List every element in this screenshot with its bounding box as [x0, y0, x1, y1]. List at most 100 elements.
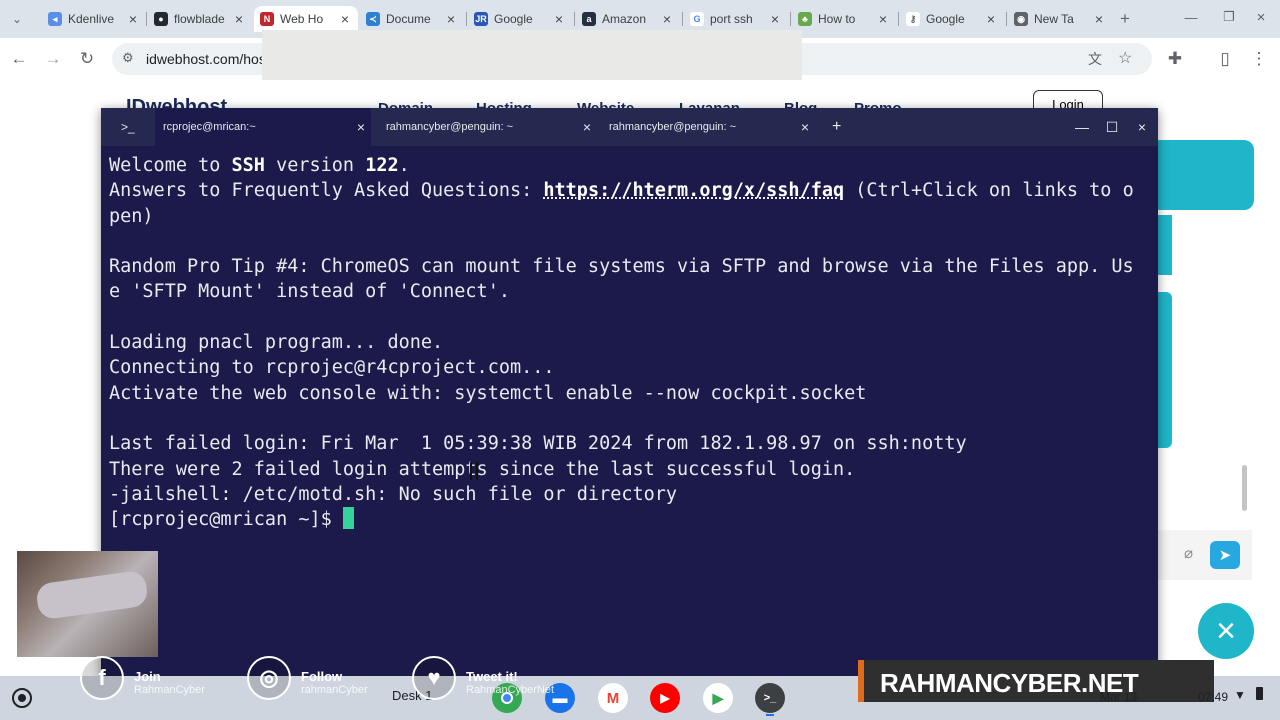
social-heading: Join: [134, 668, 161, 684]
gmail-icon[interactable]: M: [598, 683, 628, 713]
terminal-icon[interactable]: >_: [755, 683, 785, 713]
tab-label: New Ta: [1034, 12, 1074, 26]
shell-prompt: [rcprojec@mrican ~]$: [109, 509, 343, 531]
github-icon: ●: [154, 12, 168, 26]
browser-tab[interactable]: ● flowblade ×: [148, 6, 252, 32]
close-tab-icon[interactable]: ×: [876, 11, 890, 27]
close-tab-icon[interactable]: ×: [552, 11, 566, 27]
browser-tab[interactable]: JR Google ×: [468, 6, 572, 32]
new-tab-button[interactable]: +: [1114, 8, 1136, 30]
close-tab-icon[interactable]: ×: [984, 11, 998, 27]
terminal-prompt-line[interactable]: [rcprojec@mrican ~]$: [109, 507, 1149, 532]
terminal-tab[interactable]: rahmancyber@penguin: ~ ×: [386, 108, 591, 146]
send-icon[interactable]: ➤: [1210, 541, 1240, 569]
close-window-button[interactable]: ×: [1250, 6, 1272, 28]
faq-link[interactable]: https://hterm.org/x/ssh/faq: [543, 180, 844, 201]
terminal-window: >_ rcprojec@mrican:~ × rahmancyber@pengu…: [101, 108, 1158, 678]
instagram-icon: ◎: [247, 656, 291, 700]
webcam-overlay: [17, 551, 158, 657]
promo-card: [1150, 140, 1254, 210]
url-text[interactable]: idwebhost.com/hos: [146, 51, 266, 67]
close-tab-icon[interactable]: ×: [357, 119, 365, 135]
browser-tab[interactable]: ⚷ Google ×: [900, 6, 1004, 32]
battery-icon[interactable]: [1256, 687, 1263, 700]
tab-label: Google: [494, 12, 533, 26]
close-chat-icon[interactable]: ×: [1198, 603, 1254, 659]
menu-kebab-icon[interactable]: ⋮: [1248, 48, 1270, 70]
close-tab-icon[interactable]: ×: [660, 11, 674, 27]
browser-tab[interactable]: ♣ How to ×: [792, 6, 896, 32]
play-store-icon[interactable]: ▶: [703, 683, 733, 713]
tab-label: Kdenlive: [68, 12, 115, 26]
youtube-icon[interactable]: ▶: [650, 683, 680, 713]
browser-tab[interactable]: G port ssh ×: [684, 6, 788, 32]
extensions-icon[interactable]: ✚: [1164, 48, 1186, 70]
browser-tab[interactable]: ≺ Docume ×: [360, 6, 464, 32]
attach-paperclip-icon[interactable]: ⌀: [1184, 544, 1193, 562]
browser-tab[interactable]: ◂ Kdenlive ×: [42, 6, 146, 32]
vscode-icon: ≺: [366, 12, 380, 26]
back-arrow-icon[interactable]: ←: [8, 48, 30, 70]
terminal-line: Random Pro Tip #4: ChromeOS can mount fi…: [109, 256, 1134, 278]
social-handle: rahmanCyber: [301, 683, 368, 696]
close-window-icon[interactable]: ×: [1133, 118, 1151, 136]
tab-label: Docume: [386, 12, 431, 26]
close-tab-icon[interactable]: ×: [801, 119, 809, 135]
minimize-icon[interactable]: —: [1073, 118, 1091, 136]
social-facebook: f Join RahmanCyber: [80, 656, 205, 700]
close-tab-icon[interactable]: ×: [232, 11, 246, 27]
tab-divider: [682, 12, 683, 26]
restore-window-button[interactable]: ❐: [1218, 6, 1240, 28]
site-info-icon[interactable]: ⚙: [122, 50, 134, 66]
browser-tab-active[interactable]: N Web Ho ×: [254, 6, 358, 32]
close-tab-icon[interactable]: ×: [444, 11, 458, 27]
minimize-window-button[interactable]: —: [1180, 6, 1202, 28]
amazon-icon: a: [582, 12, 596, 26]
side-panel-icon[interactable]: ▯: [1214, 48, 1236, 70]
translate-icon[interactable]: 文: [1088, 49, 1102, 69]
terminal-line: There were 2 failed login attempts since…: [109, 458, 856, 480]
browser-tab[interactable]: a Amazon ×: [576, 6, 680, 32]
tab-divider: [574, 12, 575, 26]
launcher-icon[interactable]: [12, 688, 32, 708]
tab-label: Google: [926, 12, 965, 26]
social-handle: RahmanCyberNet: [466, 683, 555, 696]
twitter-icon: ♥: [412, 656, 456, 700]
terminal-line: Activate the web console with: systemctl…: [109, 382, 867, 404]
tab-search-icon[interactable]: ⌄: [6, 8, 28, 30]
new-terminal-tab-button[interactable]: +: [832, 108, 841, 146]
social-twitter: ♥ Tweet it! RahmanCyberNet: [412, 656, 554, 700]
close-tab-icon[interactable]: ×: [768, 11, 782, 27]
close-tab-icon[interactable]: ×: [583, 119, 591, 135]
shelf-date[interactable]: Mar 13: [1100, 690, 1137, 704]
social-instagram: ◎ Follow rahmanCyber: [247, 656, 368, 700]
terminal-tab-active[interactable]: rcprojec@mrican:~ ×: [155, 108, 371, 146]
tab-label: Web Ho: [280, 12, 324, 26]
tab-label: port ssh: [710, 12, 753, 26]
social-heading: Tweet it!: [466, 668, 518, 684]
terminal-titlebar: >_ rcprojec@mrican:~ × rahmancyber@pengu…: [101, 108, 1158, 146]
close-tab-icon[interactable]: ×: [338, 11, 352, 27]
maximize-icon[interactable]: ☐: [1103, 118, 1121, 136]
forward-arrow-icon[interactable]: →: [42, 48, 64, 70]
reload-icon[interactable]: ↻: [76, 48, 98, 70]
redaction-block: [262, 30, 802, 86]
close-tab-icon[interactable]: ×: [126, 11, 140, 27]
terminal-output[interactable]: Welcome to SSH version 122. Answers to Fr…: [109, 153, 1149, 532]
tab-divider: [466, 12, 467, 26]
text-cursor: [342, 507, 354, 530]
bookmark-star-icon[interactable]: ☆: [1118, 48, 1132, 68]
shelf-clock[interactable]: 07:49: [1198, 690, 1228, 704]
tab-divider: [898, 12, 899, 26]
browser-tab[interactable]: ◉ New Ta ×: [1008, 6, 1112, 32]
tab-divider: [146, 12, 147, 26]
close-tab-icon[interactable]: ×: [1092, 11, 1106, 27]
terminal-tab[interactable]: rahmancyber@penguin: ~ ×: [609, 108, 809, 146]
tab-label: flowblade: [174, 12, 225, 26]
page-scrollbar[interactable]: [1242, 465, 1247, 511]
google-icon: G: [690, 12, 704, 26]
google-key-icon: ⚷: [906, 12, 920, 26]
wifi-icon[interactable]: ▼: [1234, 688, 1246, 702]
